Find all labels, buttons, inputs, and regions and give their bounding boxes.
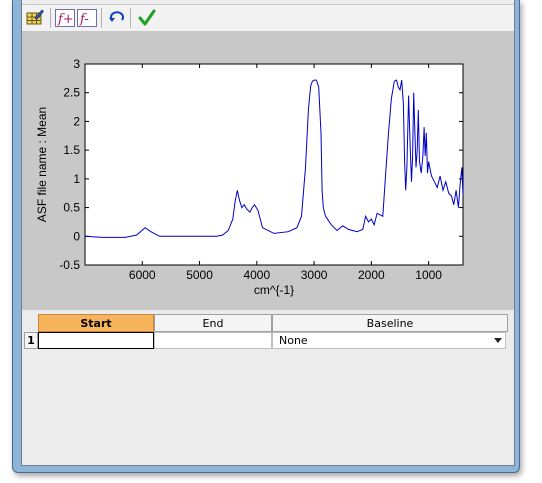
x-tick-label: 4000 [243, 268, 270, 282]
x-tick-label: 2000 [358, 268, 385, 282]
column-header-end[interactable]: End [154, 314, 272, 332]
y-tick-label: 0 [73, 229, 80, 243]
remove-formula-label: f- [79, 12, 89, 27]
x-tick-label: 3000 [301, 268, 328, 282]
x-tick-label: 5000 [186, 268, 213, 282]
remove-formula-icon[interactable]: f- [77, 8, 97, 28]
baseline-select[interactable]: None [272, 332, 506, 349]
end-cell[interactable] [154, 332, 272, 349]
x-tick-label: 6000 [129, 268, 156, 282]
row-header[interactable]: 1 [24, 332, 38, 349]
toolbar-separator [101, 8, 102, 28]
x-tick-label: 1000 [415, 268, 442, 282]
y-tick-label: -0.5 [59, 258, 80, 272]
undo-icon[interactable] [107, 8, 127, 28]
x-axis-label: cm^{-1} [254, 283, 294, 297]
window-client-area: f+ f- -0.5 0 0.5 1 1.5 2 2.5 3 6000 5000… [21, 0, 515, 466]
plot-area [84, 63, 464, 266]
column-header-start[interactable]: Start [38, 314, 154, 332]
baseline-select-value: None [279, 334, 308, 347]
column-header-baseline[interactable]: Baseline [272, 314, 508, 332]
range-table: Start End Baseline 1 None [22, 312, 514, 465]
edit-table-icon[interactable] [25, 8, 45, 28]
y-tick-label: 0.5 [63, 201, 80, 215]
window-frame: f+ f- -0.5 0 0.5 1 1.5 2 2.5 3 6000 5000… [12, 0, 520, 473]
y-tick-label: 2.5 [63, 86, 80, 100]
y-tick-label: 1.5 [63, 143, 80, 157]
toolbar: f+ f- [22, 4, 514, 32]
toolbar-separator [130, 8, 131, 28]
start-cell[interactable] [38, 332, 154, 349]
chevron-down-icon[interactable] [494, 338, 502, 343]
y-tick-label: 2 [73, 114, 80, 128]
checkmark-icon[interactable] [137, 8, 157, 28]
add-formula-icon[interactable]: f+ [55, 8, 75, 28]
plot-panel: -0.5 0 0.5 1 1.5 2 2.5 3 6000 5000 4000 3000 2000 100… [22, 31, 514, 310]
y-tick-label: 1 [73, 172, 80, 186]
add-formula-label: f+ [57, 12, 74, 27]
toolbar-separator [50, 8, 51, 28]
y-axis-label: ASF file name : Mean [35, 107, 49, 222]
y-tick-label: 3 [73, 57, 80, 71]
spectrum-chart: -0.5 0 0.5 1 1.5 2 2.5 3 6000 5000 4000 3000 2000 100… [35, 57, 464, 297]
